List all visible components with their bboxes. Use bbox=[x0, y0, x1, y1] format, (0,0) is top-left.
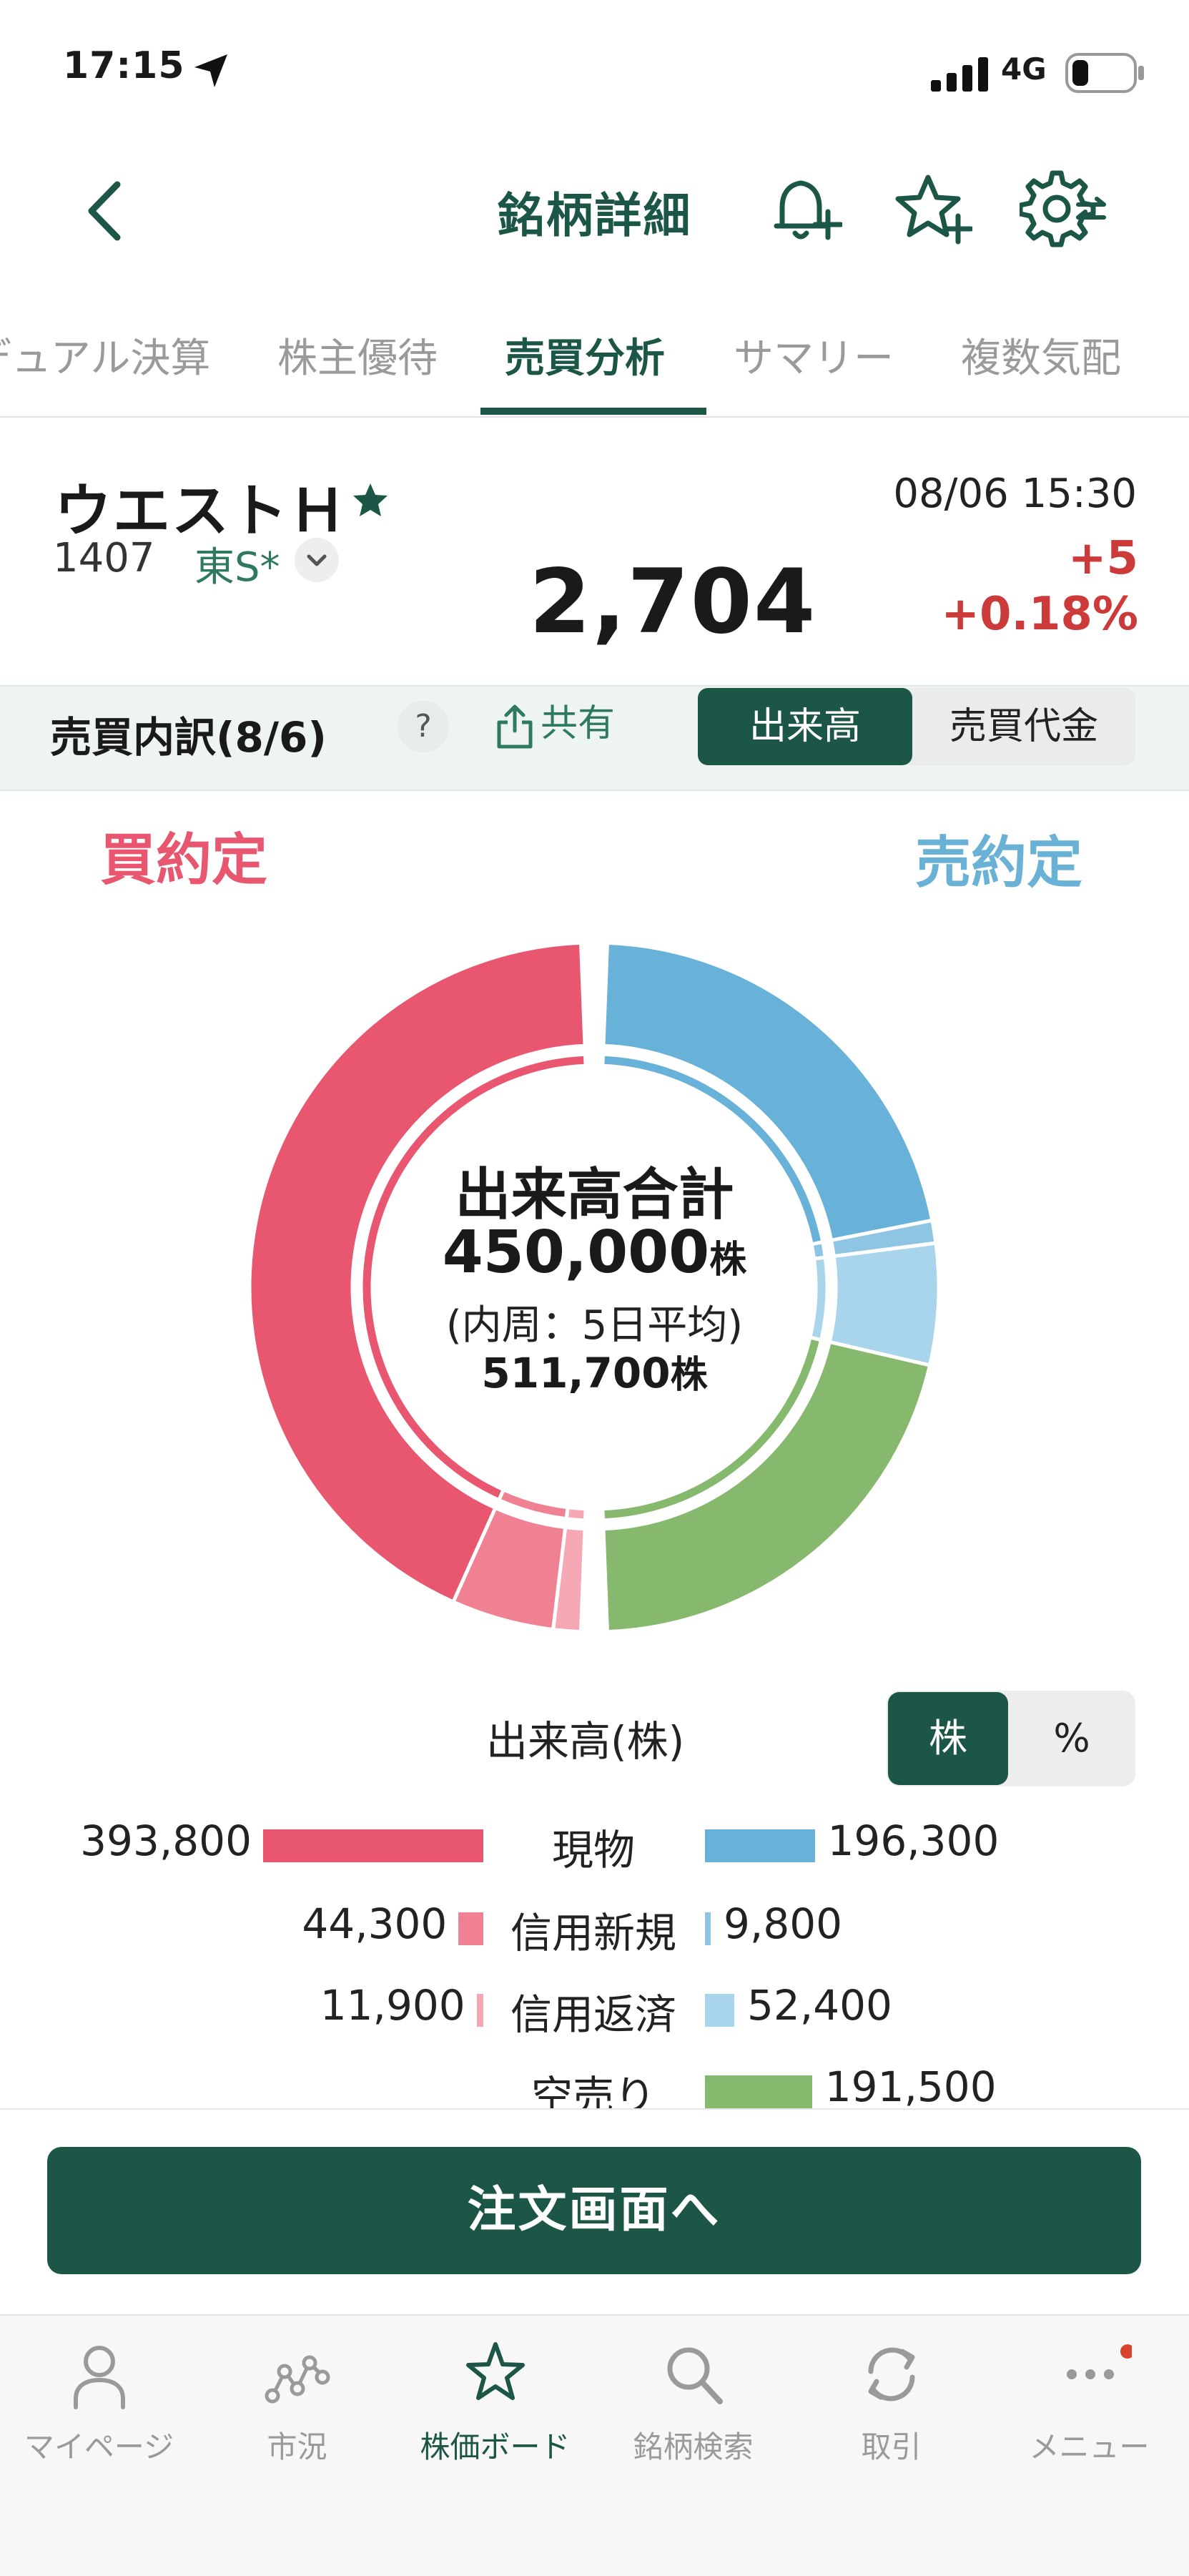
person-icon bbox=[74, 2346, 125, 2409]
volume-legend-label: 出来高(株) bbox=[486, 1717, 685, 1766]
tab-summary[interactable]: サマリー bbox=[734, 330, 894, 415]
active-tab-indicator bbox=[480, 408, 706, 415]
tab-dual-earnings[interactable]: デュアル決算 bbox=[0, 330, 210, 415]
buy-heading: 買約定 bbox=[100, 828, 268, 893]
nav-market-label: 市況 bbox=[267, 2429, 327, 2464]
help-button[interactable]: ? bbox=[398, 701, 449, 752]
favorited-star-icon[interactable] bbox=[350, 481, 390, 521]
toggle-trading-value[interactable]: 売買代金 bbox=[912, 688, 1135, 765]
location-arrow-icon bbox=[194, 54, 227, 87]
search-icon bbox=[667, 2347, 723, 2404]
legend-buy-bar bbox=[476, 1994, 483, 2027]
total-unit: 株 bbox=[709, 1239, 747, 1282]
tab-trade-analysis[interactable]: 売買分析 bbox=[505, 330, 665, 415]
nav-trade-label: 取引 bbox=[861, 2429, 922, 2464]
average-unit: 株 bbox=[670, 1354, 708, 1397]
stock-price: 2,704 bbox=[529, 551, 817, 654]
notification-badge bbox=[1120, 2344, 1132, 2359]
trade-breakdown-donut bbox=[247, 940, 941, 1634]
breakdown-title: 売買内訳(8/6) bbox=[50, 713, 327, 762]
legend-category-label: 信用新規 bbox=[510, 1909, 676, 1957]
legend-sell-value: 52,400 bbox=[746, 1981, 892, 2030]
share-icon bbox=[497, 704, 533, 749]
legend-sell-value: 196,300 bbox=[827, 1817, 1000, 1865]
quote-datetime: 08/06 15:30 bbox=[893, 471, 1137, 517]
stock-code: 1407 bbox=[53, 535, 155, 581]
legend-sell-bar bbox=[705, 1994, 734, 2027]
order-screen-button[interactable]: 注文画面へ bbox=[47, 2147, 1141, 2274]
share-label: 共有 bbox=[541, 702, 616, 745]
trade-refresh-icon bbox=[868, 2347, 915, 2402]
signal-icon bbox=[931, 57, 988, 92]
star-icon bbox=[466, 2342, 525, 2400]
tab-shareholder-benefits[interactable]: 株主優待 bbox=[277, 330, 438, 415]
legend-buy-bar bbox=[263, 1829, 483, 1862]
legend-sell-bar bbox=[705, 1829, 815, 1862]
nav-mypage-label: マイページ bbox=[24, 2429, 174, 2464]
market-dropdown[interactable] bbox=[295, 538, 339, 582]
battery-icon bbox=[1065, 53, 1144, 93]
unit-toggle-percent[interactable]: % bbox=[1010, 1692, 1134, 1785]
favorite-add-icon[interactable] bbox=[894, 172, 972, 246]
legend-sell-bar bbox=[705, 1912, 711, 1945]
legend-buy-bar bbox=[458, 1912, 483, 1945]
status-time: 17:15 bbox=[63, 44, 185, 87]
sell-heading: 売約定 bbox=[915, 831, 1083, 895]
chevron-down-icon bbox=[307, 554, 327, 566]
total-volume: 450,000 bbox=[442, 1219, 710, 1287]
legend-sell-value: 191,500 bbox=[824, 2063, 997, 2111]
legend-category-label: 信用返済 bbox=[510, 1990, 676, 2039]
price-change-percent: +0.18% bbox=[941, 588, 1138, 641]
legend-sell-value: 9,800 bbox=[724, 1899, 843, 1948]
donut-inner-label: (内周：5日平均) bbox=[445, 1302, 744, 1349]
settings-gear-icon[interactable] bbox=[1020, 170, 1107, 247]
network-type: 4G bbox=[1001, 51, 1047, 87]
detail-tabs: デュアル決算 株主優待 売買分析 サマリー 複数気配 bbox=[0, 330, 1189, 418]
tab-multi-quotes[interactable]: 複数気配 bbox=[961, 330, 1121, 415]
nav-menu-label: メニュー bbox=[1029, 2429, 1150, 2464]
donut-average: 511,700株 bbox=[0, 1344, 1189, 1398]
market-chart-icon bbox=[265, 2355, 330, 2404]
stock-market[interactable]: 東S* bbox=[194, 535, 280, 593]
legend-buy-value: 11,900 bbox=[320, 1981, 465, 2030]
nav-search-label: 銘柄検索 bbox=[633, 2429, 754, 2464]
more-icon bbox=[1067, 2344, 1132, 2379]
bell-add-icon[interactable] bbox=[768, 172, 842, 246]
legend-buy-value: 44,300 bbox=[302, 1899, 448, 1948]
legend-buy-value: 393,800 bbox=[80, 1817, 252, 1865]
donut-total: 450,000株 bbox=[0, 1219, 1189, 1287]
share-button[interactable]: 共有 bbox=[493, 695, 615, 752]
toggle-volume[interactable]: 出来高 bbox=[698, 688, 912, 765]
unit-toggle-shares[interactable]: 株 bbox=[888, 1692, 1008, 1785]
legend-sell-bar bbox=[705, 2075, 812, 2108]
page-title: 銘柄詳細 bbox=[497, 188, 692, 243]
price-change: +5 bbox=[1067, 532, 1138, 585]
nav-stock-board-label: 株価ボード bbox=[420, 2429, 571, 2464]
legend-category-label: 現物 bbox=[551, 1826, 635, 1874]
average-volume: 511,700 bbox=[481, 1349, 671, 1397]
